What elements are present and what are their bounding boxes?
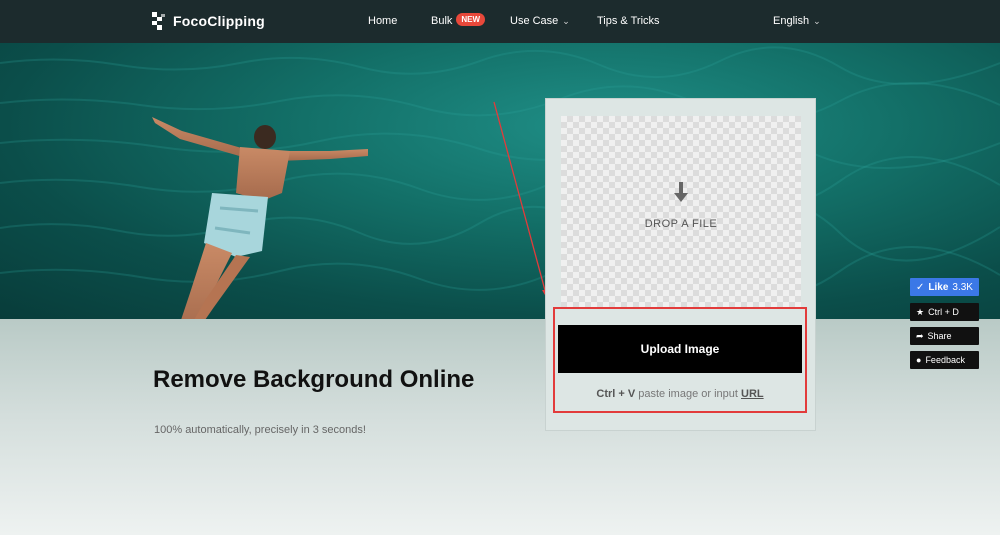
- drop-zone[interactable]: DROP A FILE: [561, 116, 801, 308]
- upload-image-button[interactable]: Upload Image: [558, 325, 802, 373]
- bookmark-label: Ctrl + D: [928, 307, 959, 317]
- paste-shortcut: Ctrl + V: [596, 388, 636, 400]
- comment-icon: ●: [916, 355, 922, 365]
- star-icon: ★: [916, 306, 925, 317]
- share-label: Share: [927, 331, 952, 341]
- annotation-arrow: [493, 101, 550, 302]
- url-link[interactable]: URL: [741, 388, 764, 400]
- page-subtitle: 100% automatically, precisely in 3 secon…: [154, 424, 366, 436]
- feedback-label: Feedback: [925, 355, 965, 365]
- page-title: Remove Background Online: [153, 366, 475, 393]
- like-label: Like: [928, 281, 949, 293]
- check-icon: ✓: [916, 281, 925, 293]
- drop-label: DROP A FILE: [644, 218, 718, 230]
- paste-hint: Ctrl + V paste image or input URL: [558, 388, 802, 400]
- feedback-button[interactable]: ● Feedback: [910, 351, 979, 369]
- paste-text: paste image or input: [638, 388, 738, 400]
- bookmark-button[interactable]: ★ Ctrl + D: [910, 303, 979, 321]
- like-button[interactable]: ✓ Like 3.3K: [910, 278, 979, 296]
- share-icon: ➦: [916, 330, 924, 341]
- arrow-down-icon: [674, 182, 688, 202]
- share-button[interactable]: ➦ Share: [910, 327, 979, 345]
- like-count: 3.3K: [952, 281, 973, 293]
